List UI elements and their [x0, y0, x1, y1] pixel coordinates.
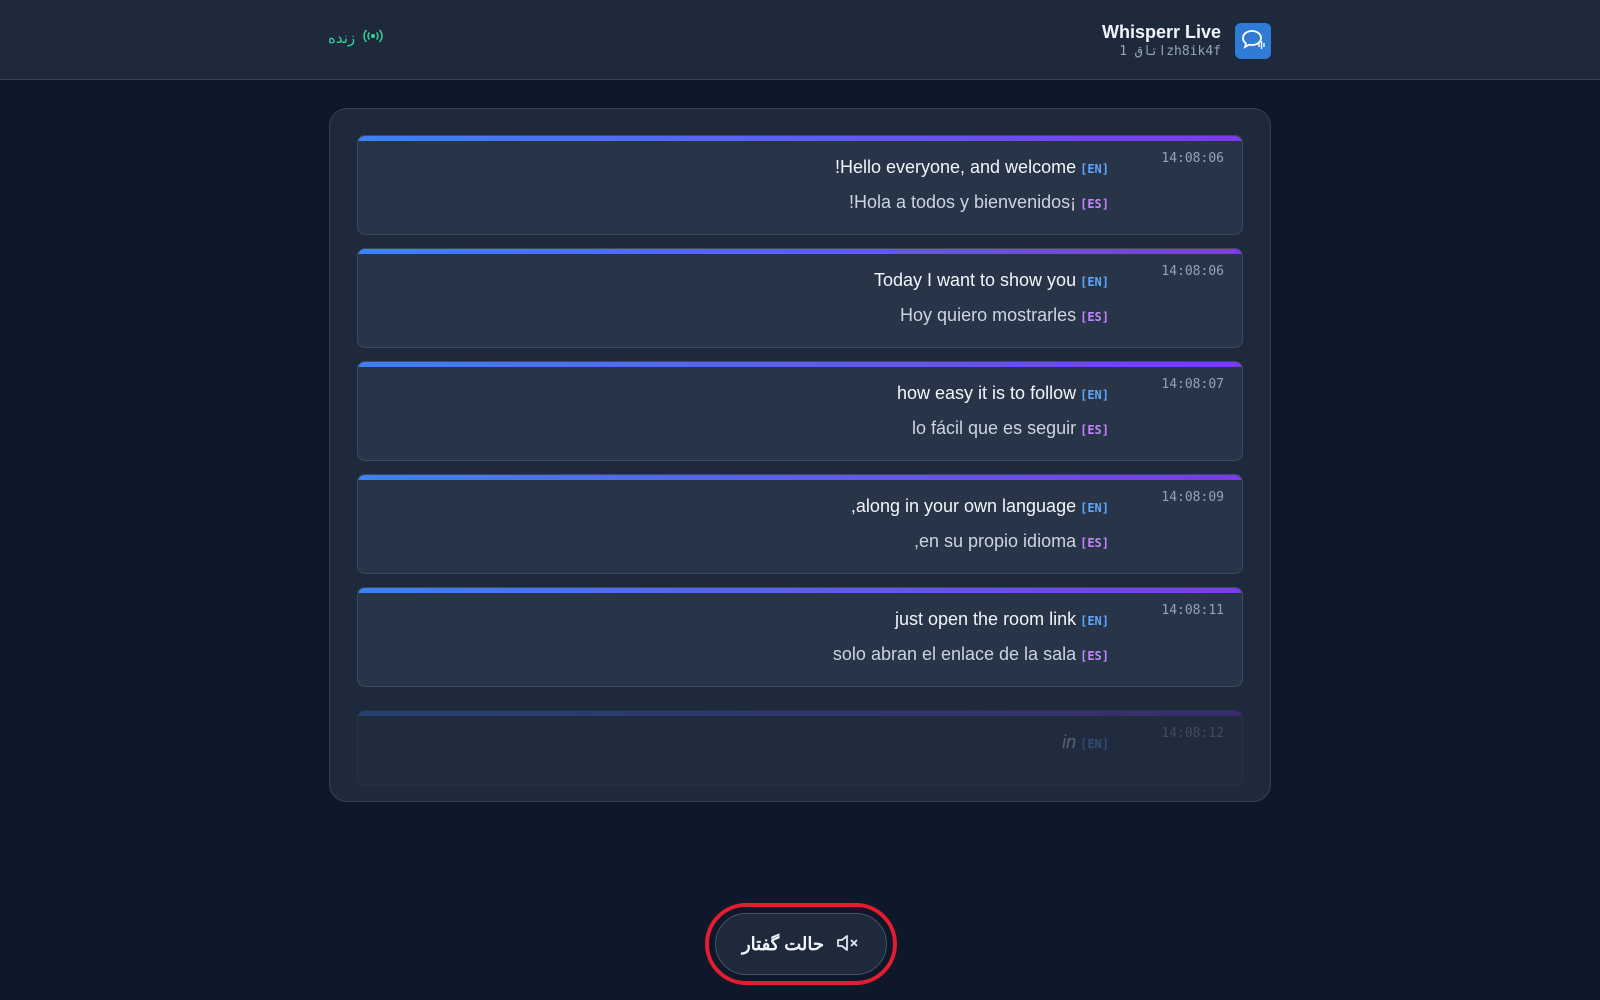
entry-accent-bar — [358, 249, 1242, 254]
source-line: !Hello everyone, and welcome [EN] — [835, 157, 1109, 178]
source-lang-tag: [EN] — [1080, 162, 1109, 176]
translation-line: lo fácil que es seguir [ES] — [912, 418, 1109, 439]
source-lang-tag: [EN] — [1080, 275, 1109, 289]
source-line: in [EN] — [1062, 732, 1109, 753]
translation-text: lo fácil que es seguir — [912, 418, 1077, 438]
entry-time: 14:08:09 — [1161, 490, 1224, 505]
entry-time: 14:08:06 — [1161, 151, 1224, 166]
source-line: Today I want to show you [EN] — [874, 270, 1109, 291]
source-lang-tag: [EN] — [1080, 737, 1109, 751]
source-text: Today I want to show you — [873, 270, 1077, 290]
transcript-panel[interactable]: 14:08:06 !Hello everyone, and welcome [E… — [329, 108, 1271, 802]
translation-text: solo abran el enlace de la sala — [832, 644, 1077, 664]
target-lang-tag: [ES] — [1080, 197, 1109, 211]
translation-text: ,en su propio idioma — [913, 531, 1077, 551]
transcript-entry: 14:08:09 ,along in your own language [EN… — [357, 474, 1243, 574]
entry-accent-bar — [358, 711, 1242, 716]
brand: Whisperr Live اتاق 1zh8ik4f — [1102, 22, 1271, 60]
app-logo-icon — [1235, 23, 1271, 59]
transcript-entry-pending: 14:08:12 in [EN] — [357, 710, 1243, 786]
room-id: اتاق 1zh8ik4f — [1119, 44, 1221, 59]
source-text: in — [1062, 732, 1077, 752]
entry-accent-bar — [358, 136, 1242, 141]
entry-time: 14:08:07 — [1161, 377, 1224, 392]
translation-line: Hoy quiero mostrarles [ES] — [900, 305, 1109, 326]
translation-line: solo abran el enlace de la sala [ES] — [833, 644, 1109, 665]
live-label: زنده — [328, 29, 356, 47]
source-text: just open the room link — [894, 609, 1077, 629]
translation-text: Hoy quiero mostrarles — [900, 305, 1077, 325]
source-text: !Hello everyone, and welcome — [834, 157, 1077, 177]
entry-accent-bar — [358, 475, 1242, 480]
transcript-entry: 14:08:06 !Hello everyone, and welcome [E… — [357, 135, 1243, 235]
translation-line: !Hola a todos y bienvenidos¡ [ES] — [849, 192, 1109, 213]
entry-time: 14:08:12 — [1161, 726, 1224, 741]
transcript-entry: 14:08:06 Today I want to show you [EN] H… — [357, 248, 1243, 348]
broadcast-icon — [363, 29, 383, 47]
translation-text: !Hola a todos y bienvenidos¡ — [848, 192, 1077, 212]
entry-accent-bar — [358, 362, 1242, 367]
translation-line: ,en su propio idioma [ES] — [914, 531, 1109, 552]
source-line: just open the room link [EN] — [895, 609, 1109, 630]
transcript-entry: 14:08:07 how easy it is to follow [EN] l… — [357, 361, 1243, 461]
brand-text: Whisperr Live اتاق 1zh8ik4f — [1102, 22, 1221, 60]
target-lang-tag: [ES] — [1080, 649, 1109, 663]
entry-accent-bar — [358, 588, 1242, 593]
live-indicator: زنده — [328, 29, 383, 47]
speech-mode-label: حالت گفتار — [741, 933, 825, 954]
source-line: how easy it is to follow [EN] — [897, 383, 1109, 404]
app-title: Whisperr Live — [1101, 22, 1221, 42]
source-lang-tag: [EN] — [1080, 614, 1109, 628]
source-text: ,along in your own language — [850, 496, 1077, 516]
entry-time: 14:08:11 — [1161, 603, 1224, 618]
top-bar: Whisperr Live اتاق 1zh8ik4f زنده — [0, 0, 1600, 80]
source-line: ,along in your own language [EN] — [851, 496, 1109, 517]
speech-mode-button[interactable]: حالت گفتار — [715, 913, 887, 975]
source-lang-tag: [EN] — [1080, 501, 1109, 515]
transcript-entry: 14:08:11 just open the room link [EN] so… — [357, 587, 1243, 687]
target-lang-tag: [ES] — [1080, 536, 1109, 550]
entry-time: 14:08:06 — [1161, 264, 1224, 279]
source-text: how easy it is to follow — [897, 383, 1077, 403]
target-lang-tag: [ES] — [1080, 423, 1109, 437]
source-lang-tag: [EN] — [1080, 388, 1109, 402]
speaker-muted-icon — [836, 934, 860, 955]
target-lang-tag: [ES] — [1080, 310, 1109, 324]
